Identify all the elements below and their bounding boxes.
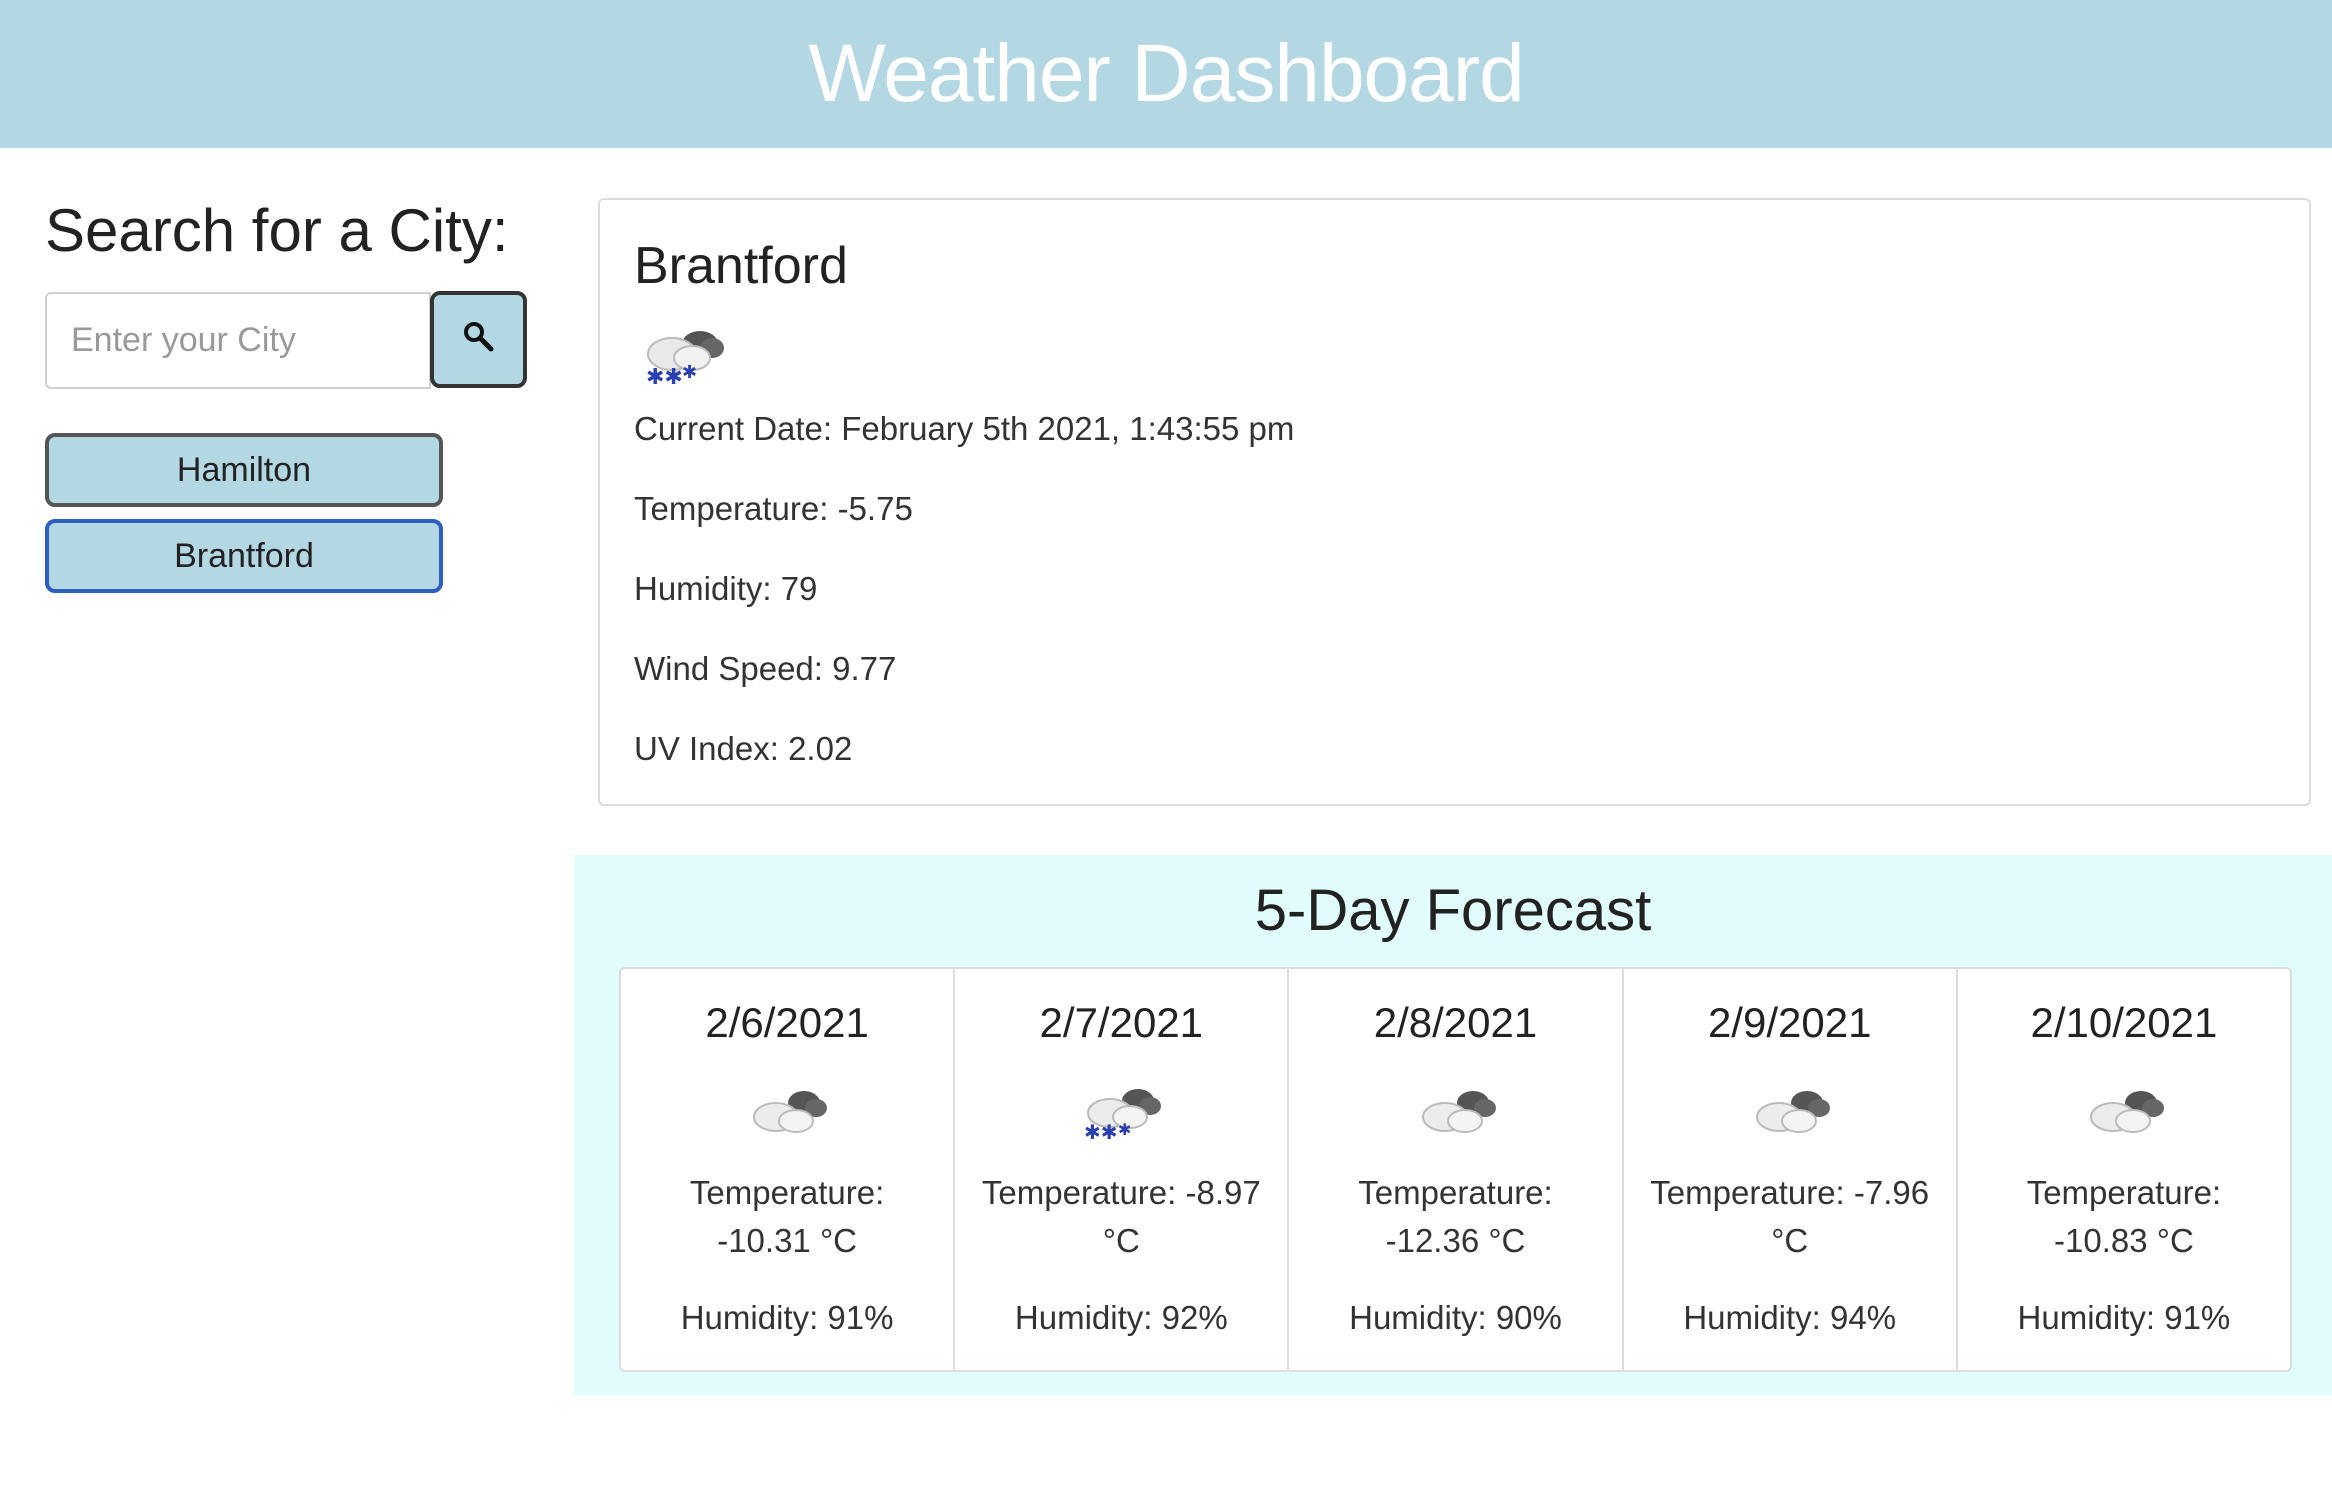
- current-date: Current Date: February 5th 2021, 1:43:55…: [634, 410, 1295, 447]
- svg-text:✱: ✱: [682, 362, 697, 383]
- forecast-day-card: 2/8/2021 Temperature: -12.36 °C Humidity…: [1289, 969, 1624, 1370]
- forecast-date: 2/6/2021: [705, 999, 869, 1046]
- svg-text:✱: ✱: [1118, 1120, 1131, 1139]
- snow-cloud-icon: ✱✱ ✱: [1076, 1081, 1166, 1144]
- cloud-icon: [2079, 1081, 2169, 1141]
- history-button-brantford[interactable]: Brantford: [45, 519, 443, 593]
- cloud-icon: [1411, 1081, 1501, 1141]
- forecast-temperature: Temperature: -7.96 °C: [1650, 1174, 1930, 1259]
- history-button-label: Hamilton: [176, 450, 312, 489]
- svg-text:✱✱: ✱✱: [646, 365, 683, 388]
- forecast-humidity: Humidity: 91%: [680, 1299, 894, 1336]
- current-humidity: Humidity: 79: [634, 570, 818, 607]
- search-icon: [461, 319, 497, 360]
- forecast-date: 2/10/2021: [2030, 999, 2218, 1046]
- current-wind-speed: Wind Speed: 9.77: [634, 650, 897, 687]
- history-button-hamilton[interactable]: Hamilton: [45, 433, 443, 507]
- forecast-row: 2/6/2021 Temperature: -10.31 °C Humidity…: [619, 967, 2292, 1372]
- forecast-humidity: Humidity: 91%: [2017, 1299, 2231, 1336]
- forecast-humidity: Humidity: 94%: [1683, 1299, 1897, 1336]
- forecast-date: 2/8/2021: [1373, 999, 1538, 1046]
- search-button[interactable]: [430, 291, 527, 388]
- cloud-icon: [1745, 1081, 1835, 1141]
- forecast-day-card: 2/10/2021 Temperature: -10.83 °C Humidit…: [1958, 969, 2290, 1370]
- city-search-input[interactable]: [45, 292, 431, 389]
- history-button-label: Brantford: [174, 536, 314, 575]
- svg-text:✱✱: ✱✱: [1084, 1120, 1118, 1141]
- forecast-title: 5-Day Forecast: [1254, 878, 1652, 943]
- forecast-day-card: 2/6/2021 Temperature: -10.31 °C Humidity…: [621, 969, 956, 1370]
- snow-cloud-icon: ✱✱ ✱: [634, 318, 730, 390]
- forecast-temperature: Temperature: -12.36 °C: [1358, 1174, 1553, 1259]
- current-temperature: Temperature: -5.75: [634, 490, 913, 527]
- page-title: Weather Dashboard: [808, 28, 1524, 119]
- current-city-name: Brantford: [634, 237, 848, 295]
- forecast-day-card: 2/7/2021 ✱✱ ✱ Temperature: -8.97 °C Humi…: [955, 969, 1290, 1370]
- forecast-temperature: Temperature: -10.83 °C: [2026, 1174, 2222, 1259]
- forecast-date: 2/9/2021: [1707, 999, 1872, 1046]
- forecast-date: 2/7/2021: [1039, 999, 1204, 1046]
- search-heading: Search for a City:: [45, 197, 509, 264]
- app-header: Weather Dashboard: [0, 0, 2332, 148]
- cloud-icon: [742, 1081, 832, 1141]
- forecast-section: 5-Day Forecast 2/6/2021 Temperature: -10…: [574, 855, 2332, 1395]
- current-weather-card: Brantford ✱✱ ✱ Current Date: February 5t…: [598, 198, 2311, 806]
- forecast-temperature: Temperature: -8.97 °C: [981, 1174, 1261, 1259]
- forecast-day-card: 2/9/2021 Temperature: -7.96 °C Humidity:…: [1624, 969, 1958, 1370]
- forecast-humidity: Humidity: 92%: [1014, 1299, 1228, 1336]
- current-uv-index: UV Index: 2.02: [634, 730, 853, 767]
- forecast-temperature: Temperature: -10.31 °C: [689, 1174, 885, 1259]
- forecast-humidity: Humidity: 90%: [1349, 1299, 1562, 1336]
